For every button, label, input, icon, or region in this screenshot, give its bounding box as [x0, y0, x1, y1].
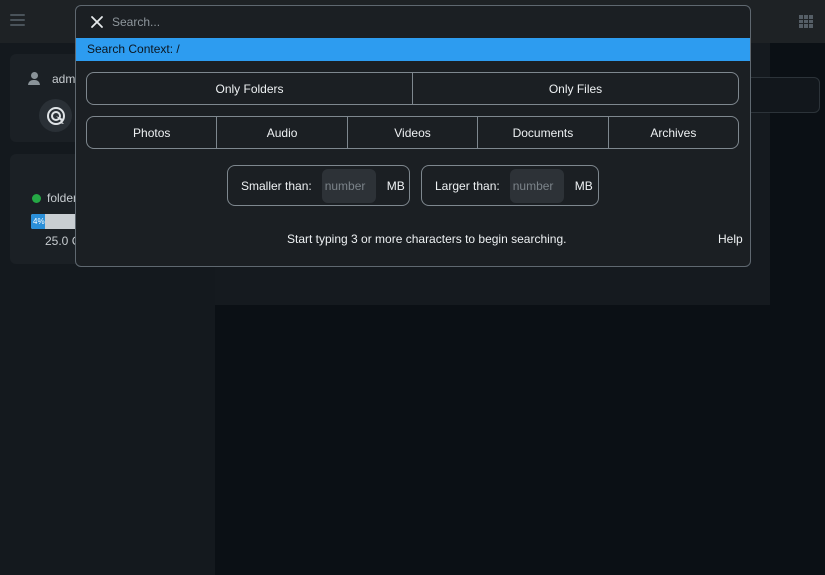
storage-usage-bar: 4%: [31, 214, 81, 229]
smaller-than-unit: MB: [386, 178, 405, 193]
only-files-button[interactable]: Only Files: [413, 73, 738, 104]
documents-button[interactable]: Documents: [478, 117, 609, 148]
audio-button[interactable]: Audio: [217, 117, 348, 148]
larger-than-input[interactable]: [509, 168, 564, 203]
videos-button[interactable]: Videos: [348, 117, 479, 148]
close-icon[interactable]: [90, 15, 104, 29]
apps-grid-icon[interactable]: [799, 15, 813, 28]
photos-button[interactable]: Photos: [87, 117, 218, 148]
user-icon: [28, 72, 40, 85]
storage-folder-label: folder: [47, 191, 78, 205]
status-dot: [32, 194, 41, 203]
larger-than-unit: MB: [574, 178, 593, 193]
category-filter-group: Photos Audio Videos Documents Archives: [86, 116, 739, 149]
type-filter-group: Only Folders Only Files: [86, 72, 739, 105]
smaller-than-input[interactable]: [321, 168, 376, 203]
larger-than-label: Larger than:: [435, 178, 500, 193]
only-folders-button[interactable]: Only Folders: [87, 73, 413, 104]
help-link[interactable]: Help: [718, 232, 743, 246]
search-input[interactable]: [112, 12, 712, 32]
menu-icon[interactable]: [10, 14, 25, 27]
background-input: [740, 77, 820, 113]
larger-than-filter: Larger than: MB: [421, 165, 599, 206]
smaller-than-filter: Smaller than: MB: [227, 165, 410, 206]
search-row: [76, 6, 750, 38]
storage-usage-fill: 4%: [31, 214, 45, 229]
app-logo-icon[interactable]: [39, 99, 72, 132]
smaller-than-label: Smaller than:: [241, 178, 312, 193]
search-modal: Search Context: / Only Folders Only File…: [75, 5, 751, 267]
archives-button[interactable]: Archives: [609, 117, 738, 148]
search-context-bar: Search Context: /: [76, 38, 750, 61]
user-name: adm: [52, 72, 76, 86]
search-hint: Start typing 3 or more characters to beg…: [287, 232, 567, 246]
